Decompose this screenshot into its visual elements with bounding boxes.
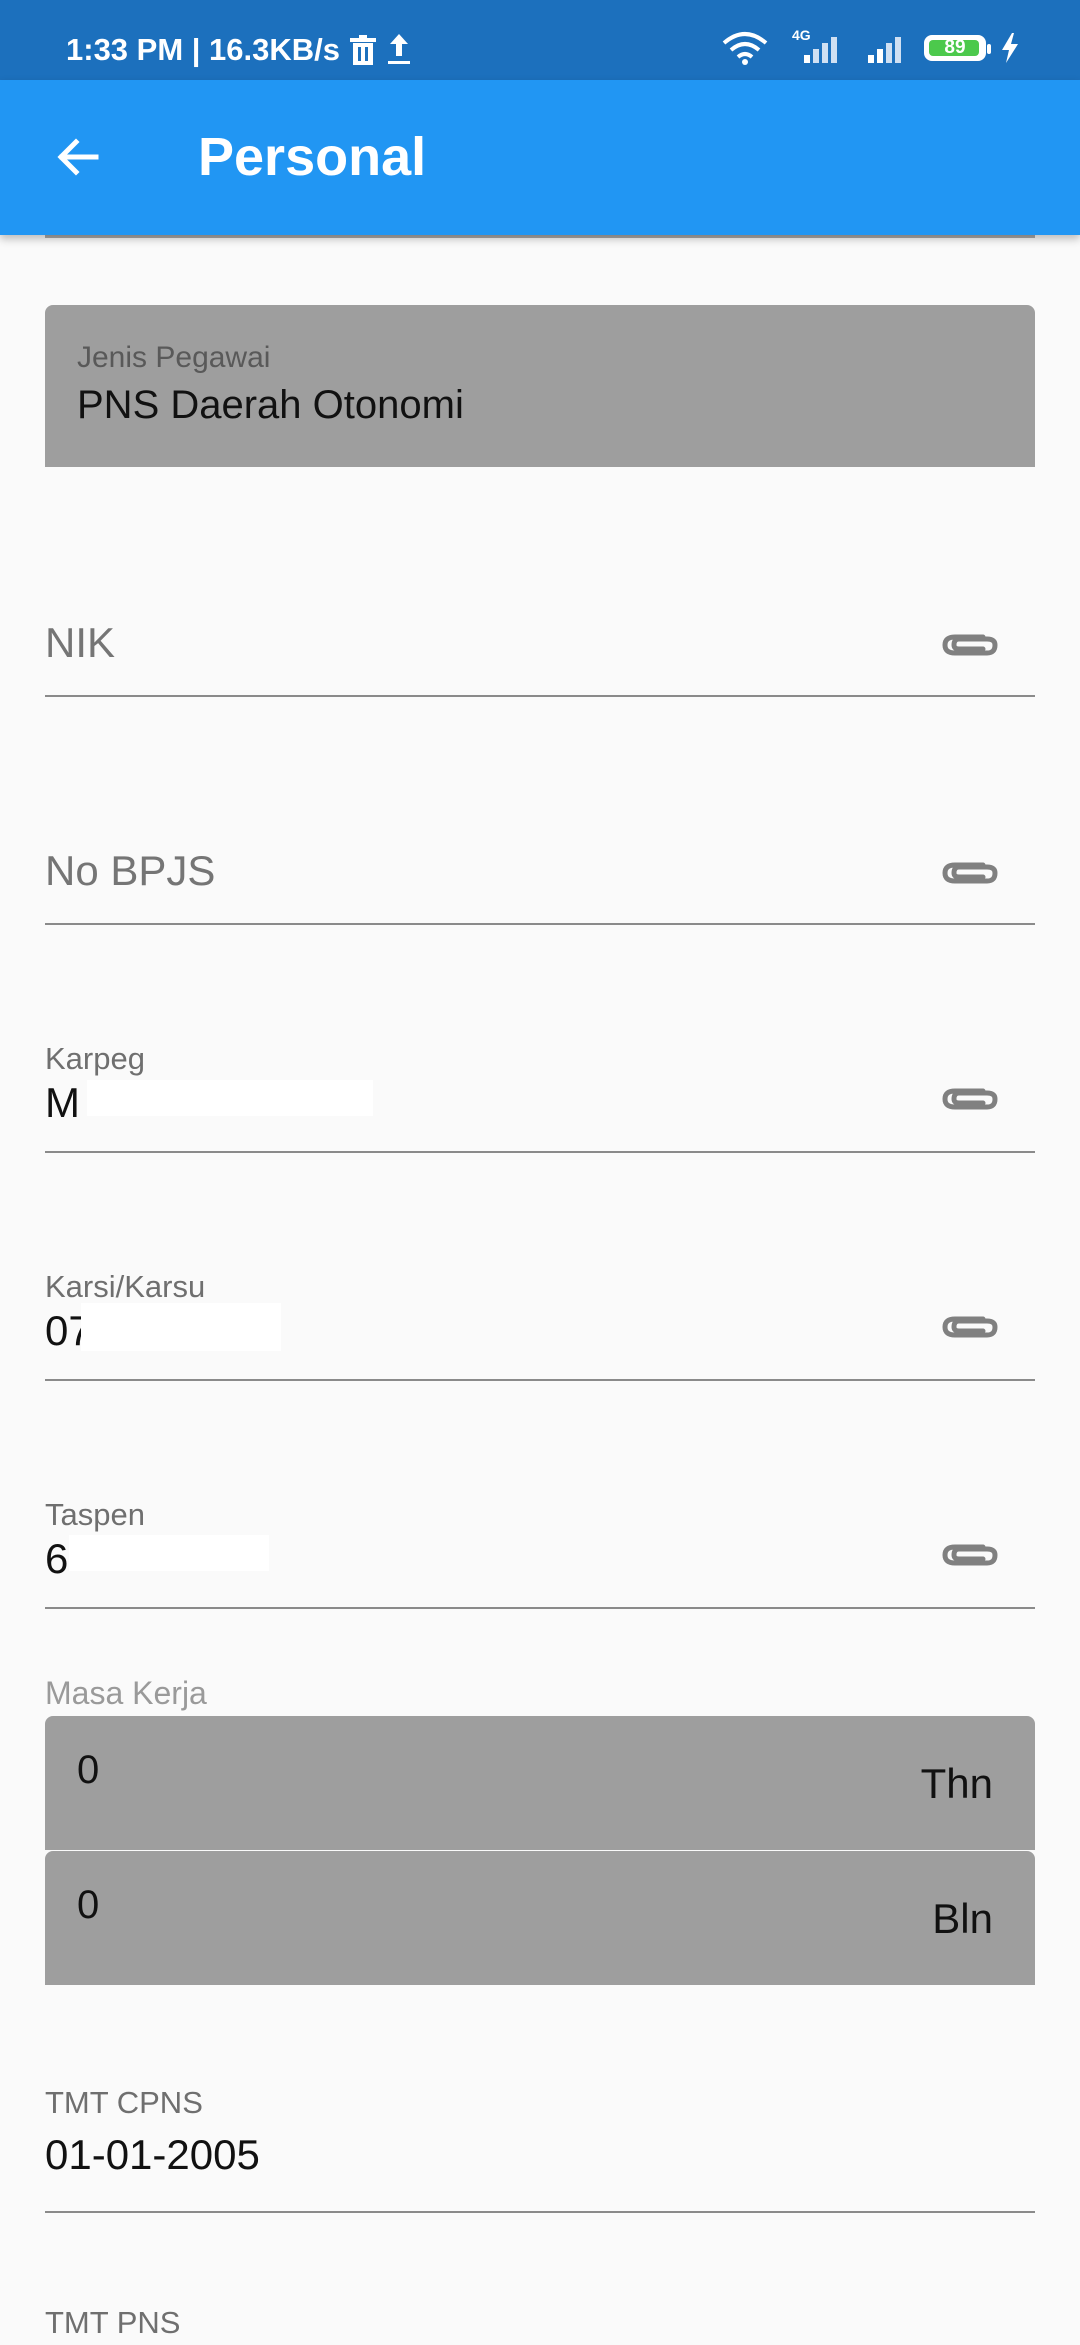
redaction-mask bbox=[81, 1303, 281, 1351]
jenis-pegawai-field[interactable]: Jenis Pegawai PNS Daerah Otonomi bbox=[45, 305, 1035, 467]
masa-kerja-years-value: 0 bbox=[77, 1748, 100, 1792]
signal-icon bbox=[804, 37, 837, 63]
karpeg-field[interactable]: Karpeg M bbox=[45, 1025, 1035, 1153]
tmt-cpns-label: TMT CPNS bbox=[45, 2085, 203, 2120]
battery-indicator: 89 bbox=[924, 35, 991, 61]
masa-kerja-years-field[interactable]: 0 Thn bbox=[45, 1716, 1035, 1850]
karpeg-label: Karpeg bbox=[45, 1041, 145, 1076]
page-title: Personal bbox=[198, 127, 427, 187]
tmt-cpns-underline bbox=[45, 2211, 1035, 2213]
tmt-pns-field[interactable]: TMT PNS bbox=[45, 2305, 1035, 2345]
taspen-underline bbox=[45, 1607, 1035, 1609]
paperclip-icon[interactable] bbox=[939, 1079, 999, 1119]
masa-kerja-months-unit: Bln bbox=[932, 1895, 993, 1942]
signal-icon-2 bbox=[868, 37, 901, 63]
taspen-label: Taspen bbox=[45, 1497, 145, 1532]
karsi-label: Karsi/Karsu bbox=[45, 1269, 206, 1304]
paperclip-icon[interactable] bbox=[939, 625, 999, 665]
karpeg-underline bbox=[45, 1151, 1035, 1153]
taspen-field[interactable]: Taspen 6 bbox=[45, 1481, 1035, 1609]
redaction-mask bbox=[87, 1080, 373, 1116]
tmt-cpns-field[interactable]: TMT CPNS 01-01-2005 bbox=[45, 2079, 1035, 2213]
masa-kerja-years-unit: Thn bbox=[920, 1760, 993, 1807]
status-right: 4G 89 bbox=[722, 27, 1020, 68]
masa-kerja-months-value: 0 bbox=[77, 1883, 100, 1927]
trash-icon bbox=[350, 35, 377, 65]
taspen-value: 6 bbox=[45, 1535, 69, 1582]
nik-underline bbox=[45, 695, 1035, 697]
paperclip-icon[interactable] bbox=[939, 853, 999, 893]
divider bbox=[45, 235, 1035, 238]
no-bpjs-placeholder: No BPJS bbox=[45, 847, 216, 894]
arrow-left-icon bbox=[57, 138, 99, 176]
tmt-pns-label: TMT PNS bbox=[45, 2305, 181, 2340]
redaction-mask bbox=[69, 1535, 269, 1571]
nik-field[interactable]: NIK bbox=[45, 575, 1035, 697]
no-bpjs-underline bbox=[45, 923, 1035, 925]
jenis-pegawai-label: Jenis Pegawai bbox=[77, 341, 271, 374]
karsi-field[interactable]: Karsi/Karsu 07 bbox=[45, 1253, 1035, 1381]
jenis-pegawai-value: PNS Daerah Otonomi bbox=[77, 383, 464, 427]
tmt-cpns-value: 01-01-2005 bbox=[45, 2131, 260, 2178]
karpeg-value: M bbox=[45, 1079, 80, 1126]
no-bpjs-field[interactable]: No BPJS bbox=[45, 803, 1035, 925]
app-bar: Personal bbox=[0, 80, 1080, 235]
upload-icon bbox=[388, 34, 411, 64]
back-button[interactable] bbox=[46, 125, 110, 189]
charging-icon bbox=[1002, 33, 1018, 63]
wifi-icon bbox=[722, 32, 768, 65]
masa-kerja-label: Masa Kerja bbox=[45, 1675, 207, 1711]
karsi-underline bbox=[45, 1379, 1035, 1381]
paperclip-icon[interactable] bbox=[939, 1307, 999, 1347]
network-type: 4G bbox=[782, 27, 852, 65]
masa-kerja-months-field[interactable]: 0 Bln bbox=[45, 1851, 1035, 1985]
paperclip-icon[interactable] bbox=[939, 1535, 999, 1575]
status-bar: 1:33 PM | 16.3KB/s 4G 89 bbox=[0, 0, 1080, 80]
nik-placeholder: NIK bbox=[45, 619, 116, 666]
